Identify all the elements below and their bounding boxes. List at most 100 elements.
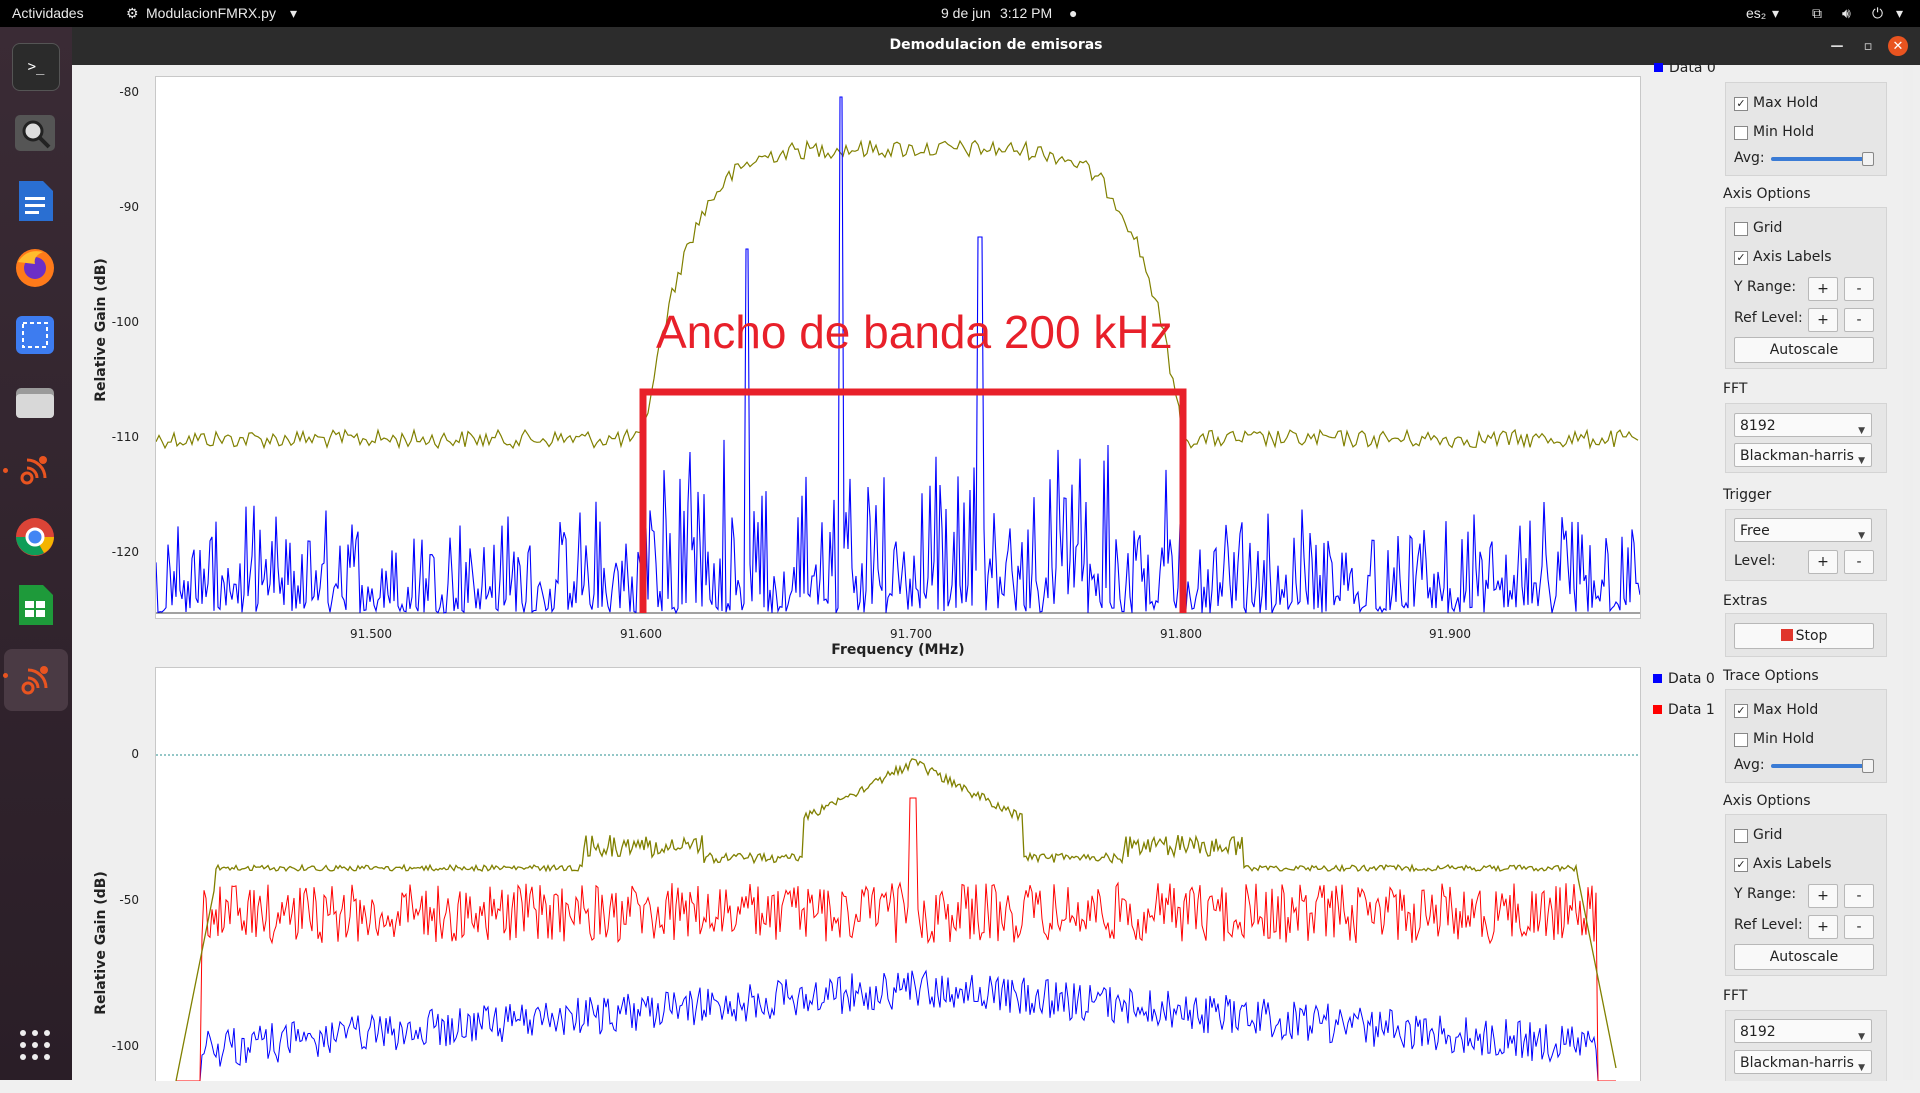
chevron-down-icon: ▾ (290, 5, 298, 21)
y-tick: -120 (111, 545, 139, 559)
fft-size-select[interactable]: 8192 ▼ (1734, 413, 1872, 437)
axis-labels-checkbox[interactable]: ✓ (1734, 251, 1748, 265)
min-hold-checkbox-2[interactable] (1734, 733, 1748, 747)
power-icon[interactable]: ⏻ (1872, 5, 1883, 22)
avg-label: Avg: (1734, 150, 1765, 166)
chevron-down-icon: ▼ (1858, 456, 1865, 466)
y-tick: -110 (111, 430, 139, 444)
legend-data-0: Data 0 (1653, 671, 1715, 687)
calc-icon[interactable] (12, 582, 58, 628)
grid-label: Grid (1753, 220, 1783, 236)
ref-level-label-2: Ref Level: (1734, 917, 1803, 933)
x-axis-label: Frequency (MHz) (831, 642, 965, 658)
clock-date[interactable]: 9 de jun (941, 5, 991, 21)
y-range-plus-button-2[interactable]: + (1808, 884, 1838, 908)
stop-icon (1780, 629, 1793, 641)
firefox-icon[interactable] (12, 245, 58, 291)
x-tick: 91.500 (350, 627, 392, 641)
avg-label-2: Avg: (1734, 757, 1765, 773)
min-hold-checkbox[interactable] (1734, 126, 1748, 140)
y-range-label-2: Y Range: (1734, 886, 1797, 902)
grid-label-2: Grid (1753, 827, 1783, 843)
chevron-down-icon: ▼ (1858, 531, 1865, 541)
top-bar: Actividades ⚙ ModulacionFMRX.py ▾ 9 de j… (0, 0, 1920, 27)
y-range-plus-button[interactable]: + (1808, 277, 1838, 301)
max-hold-checkbox-2[interactable]: ✓ (1734, 704, 1748, 718)
chevron-down-icon: ▼ (1858, 1032, 1865, 1042)
stop-button[interactable]: Stop (1734, 623, 1874, 649)
axis-labels-label: Axis Labels (1753, 249, 1832, 265)
grid-checkbox-2[interactable] (1734, 829, 1748, 843)
running-indicator (3, 673, 8, 678)
dock: >_ (0, 27, 72, 1080)
min-hold-label-2: Min Hold (1753, 731, 1815, 747)
trigger-level-minus-button[interactable]: - (1844, 550, 1874, 574)
chrome-icon[interactable] (12, 514, 58, 560)
volume-icon[interactable]: 🔊︎ (1842, 5, 1851, 22)
y-range-minus-button-2[interactable]: - (1844, 884, 1874, 908)
avg-slider-handle[interactable] (1862, 152, 1874, 166)
avg-slider-2[interactable] (1771, 764, 1867, 768)
y-tick: 0 (131, 747, 139, 761)
activities-button[interactable]: Actividades (12, 5, 84, 21)
trace-data-1 (176, 797, 1616, 1081)
ref-level-minus-button-2[interactable]: - (1844, 915, 1874, 939)
autoscale-button-2[interactable]: Autoscale (1734, 944, 1874, 970)
grid-checkbox[interactable] (1734, 222, 1748, 236)
spectrum-plot-2[interactable] (155, 667, 1641, 1081)
chevron-down-icon: ▾ (1896, 5, 1904, 21)
ref-level-plus-button-2[interactable]: + (1808, 915, 1838, 939)
close-icon[interactable]: ✕ (1888, 36, 1908, 56)
trigger-level-plus-button[interactable]: + (1808, 550, 1838, 574)
ref-level-plus-button[interactable]: + (1808, 308, 1838, 332)
axis-options-heading-2: Axis Options (1723, 793, 1811, 809)
trigger-mode-select[interactable]: Free ▼ (1734, 518, 1872, 542)
axis-options-heading: Axis Options (1723, 186, 1811, 202)
spectrum-plot-1[interactable]: Ancho de banda 200 kHz (155, 76, 1641, 619)
show-apps-icon[interactable] (12, 1022, 58, 1068)
max-hold-label-2: Max Hold (1753, 702, 1819, 718)
minimize-icon[interactable]: — (1827, 36, 1847, 56)
legend-data-1: Data 1 (1653, 702, 1715, 718)
window-title: Demodulacion de emisoras (889, 37, 1103, 53)
fft-heading: FFT (1723, 381, 1748, 397)
maximize-icon[interactable]: ▫ (1858, 36, 1878, 56)
network-icon[interactable]: ⧉ (1812, 5, 1822, 22)
screenshot-icon[interactable] (12, 312, 58, 358)
app-menu-icon[interactable]: ⚙ (126, 5, 139, 22)
input-language-button[interactable]: es₂ (1746, 5, 1766, 21)
chevron-down-icon: ▼ (1858, 1063, 1865, 1073)
y-range-minus-button[interactable]: - (1844, 277, 1874, 301)
notification-dot-icon: ● (1069, 5, 1078, 21)
window-select[interactable]: Blackman-harris ▼ (1734, 443, 1872, 467)
chevron-down-icon: ▾ (1772, 5, 1780, 21)
bandwidth-annotation: Ancho de banda 200 kHz (656, 306, 1173, 358)
x-tick: 91.700 (890, 627, 932, 641)
search-app-icon[interactable] (12, 110, 58, 156)
trigger-heading: Trigger (1723, 487, 1772, 503)
trigger-level-label: Level: (1734, 553, 1776, 569)
writer-icon[interactable] (12, 178, 58, 224)
clock-time[interactable]: 3:12 PM (1000, 5, 1052, 21)
gnuradio-active-icon[interactable] (4, 649, 68, 711)
max-hold-checkbox[interactable]: ✓ (1734, 97, 1748, 111)
x-tick: 91.800 (1160, 627, 1202, 641)
files-icon[interactable] (12, 379, 58, 425)
fft-heading-2: FFT (1723, 988, 1748, 1004)
window-select-2[interactable]: Blackman-harris ▼ (1734, 1050, 1872, 1074)
axis-labels-checkbox-2[interactable]: ✓ (1734, 858, 1748, 872)
window-titlebar[interactable]: Demodulacion de emisoras — ▫ ✕ (72, 27, 1920, 65)
y-tick: -80 (119, 85, 139, 99)
avg-slider-handle-2[interactable] (1862, 759, 1874, 773)
terminal-icon[interactable]: >_ (12, 43, 60, 91)
ref-level-minus-button[interactable]: - (1844, 308, 1874, 332)
fft-size-select-2[interactable]: 8192 ▼ (1734, 1019, 1872, 1043)
avg-slider[interactable] (1771, 157, 1867, 161)
axis-labels-label-2: Axis Labels (1753, 856, 1832, 872)
panel-scrollbar[interactable] (1903, 65, 1913, 1080)
gnuradio-icon[interactable] (12, 447, 58, 493)
chevron-down-icon: ▼ (1858, 426, 1865, 436)
autoscale-button[interactable]: Autoscale (1734, 337, 1874, 363)
ref-level-label: Ref Level: (1734, 310, 1803, 326)
app-menu-button[interactable]: ModulacionFMRX.py (146, 5, 276, 21)
